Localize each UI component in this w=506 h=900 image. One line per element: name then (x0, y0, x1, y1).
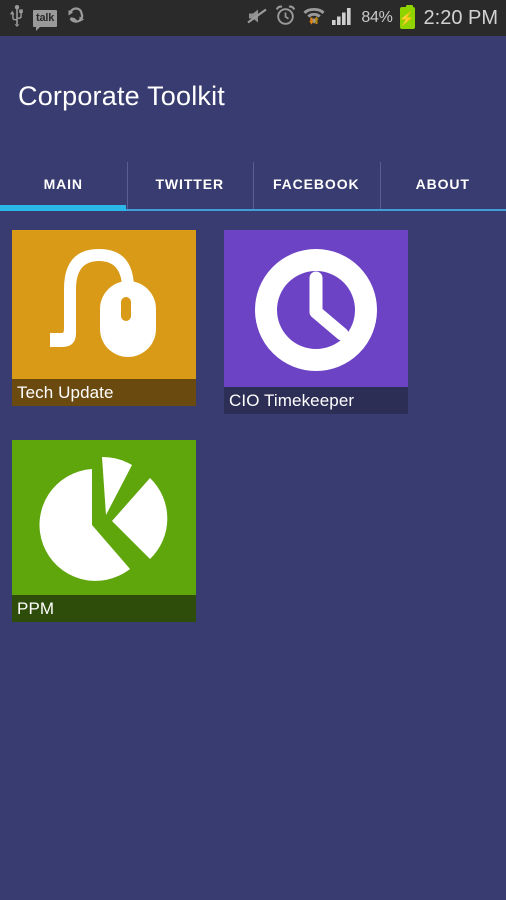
tab-twitter[interactable]: TWITTER (126, 156, 254, 212)
tab-active-indicator (0, 205, 126, 211)
tab-facebook[interactable]: FACEBOOK (253, 156, 380, 212)
tile-row: Tech Update CIO Timekeeper (0, 230, 506, 414)
mouse-icon (48, 247, 160, 368)
tab-main[interactable]: MAIN (0, 156, 127, 212)
tab-about[interactable]: ABOUT (379, 156, 506, 212)
page-title: Corporate Toolkit (18, 80, 226, 111)
tile-label: CIO Timekeeper (224, 387, 408, 414)
clock-label: 2:20 PM (423, 6, 498, 29)
charging-bolt-icon: ⚡ (398, 10, 416, 26)
tile-label: PPM (12, 595, 196, 622)
app-header: Corporate Toolkit (0, 36, 506, 156)
signal-bars-icon (332, 6, 354, 31)
tile-ppm[interactable]: PPM (12, 440, 196, 622)
tile-row: PPM (0, 440, 506, 622)
talk-icon: talk (33, 9, 58, 31)
pie-chart-icon (38, 453, 170, 590)
battery-percent-label: 84% (361, 9, 393, 26)
tab-bar[interactable]: MAIN TWITTER FACEBOOK ABOUT (0, 156, 506, 212)
sync-icon (66, 6, 86, 31)
alarm-clock-icon (275, 5, 296, 31)
tile-cio-timekeeper[interactable]: CIO Timekeeper (224, 230, 408, 414)
mute-icon (246, 6, 268, 31)
tile-tech-update[interactable]: Tech Update (12, 230, 196, 406)
tile-grid: Tech Update CIO Timekeeper PPM (0, 230, 506, 622)
clock-icon (254, 248, 378, 377)
wifi-download-icon (303, 5, 325, 31)
status-bar-right-icons: 84% ⚡ 2:20 PM (246, 5, 498, 31)
battery-icon: ⚡ (398, 5, 416, 29)
status-bar-left-icons: talk (10, 4, 86, 32)
status-bar: talk 84% ⚡ 2:20 PM (0, 0, 506, 36)
usb-icon (10, 4, 24, 32)
tile-label: Tech Update (12, 379, 196, 406)
